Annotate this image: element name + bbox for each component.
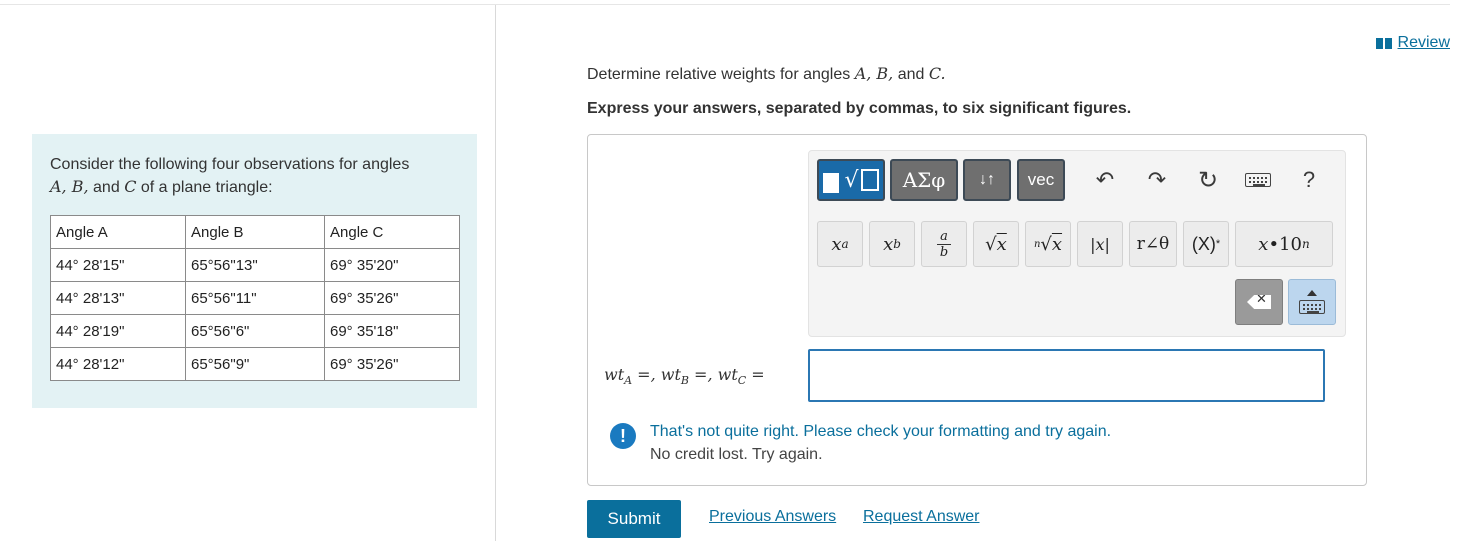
table-cell: 44° 28'13": [50, 281, 186, 315]
table-cell: 69° 35'26": [324, 347, 460, 381]
table-cell: 44° 28'15": [50, 248, 186, 282]
header-angle-b: Angle B: [185, 215, 325, 249]
feedback-message: ! That's not quite right. Please check y…: [610, 421, 1111, 467]
book-icon: [1375, 37, 1392, 49]
table-header-row: Angle A Angle B Angle C: [50, 215, 460, 249]
alert-icon: !: [610, 423, 636, 449]
square-root-key[interactable]: √ x: [973, 221, 1019, 267]
intro-math-c: C: [124, 177, 137, 196]
redo-icon[interactable]: ↷: [1142, 163, 1172, 197]
question-instruction: Express your answers, separated by comma…: [587, 100, 1132, 117]
absolute-value-key[interactable]: | x |: [1077, 221, 1123, 267]
prompt-start: Determine relative weights for angles: [587, 66, 851, 83]
previous-answers-link[interactable]: Previous Answers: [709, 508, 836, 526]
arrows-button[interactable]: ↓↑: [963, 159, 1011, 201]
top-border: [0, 4, 1450, 5]
table-cell: 44° 28'19": [50, 314, 186, 348]
keyboard-toggle-button[interactable]: [1288, 279, 1336, 325]
math-toolbar: √ ΑΣφ ↓↑ vec ↶ ↷ ↻ ? xa xb ab √ x n √ x | x |…: [808, 150, 1346, 337]
undo-icon[interactable]: ↶: [1090, 163, 1120, 197]
keyboard-shortcuts-button[interactable]: [1242, 167, 1274, 193]
request-answer-link[interactable]: Request Answer: [863, 508, 980, 526]
answer-label: wtA =, wtB =, wtC =: [604, 365, 765, 388]
backspace-button[interactable]: ✕: [1235, 279, 1283, 325]
feedback-title: That's not quite right. Please check you…: [650, 423, 1112, 440]
radical-icon: √: [844, 167, 859, 193]
caret-up-icon: [1307, 290, 1317, 296]
answer-input[interactable]: [808, 349, 1325, 402]
panel-divider: [495, 5, 496, 541]
table-row: 44° 28'12" 65°56"9" 69° 35'26": [50, 347, 460, 381]
header-angle-c: Angle C: [324, 215, 460, 249]
polar-key[interactable]: r∠θ: [1129, 221, 1177, 267]
feedback-subtitle: No credit lost. Try again.: [650, 446, 823, 463]
table-cell: 65°56"13": [185, 248, 325, 282]
reset-icon[interactable]: ↻: [1193, 163, 1223, 197]
table-cell: 65°56"11": [185, 281, 325, 315]
intro-math-ab: A, B,: [50, 177, 89, 196]
table-cell: 65°56"9": [185, 347, 325, 381]
intro-text: Consider the following four observations…: [50, 156, 410, 173]
nth-root-key[interactable]: n √ x: [1025, 221, 1071, 267]
observations-table: Angle A Angle B Angle C 44° 28'15" 65°56…: [50, 215, 460, 381]
prompt-math-c: C.: [928, 64, 946, 83]
answer-area: √ ΑΣφ ↓↑ vec ↶ ↷ ↻ ? xa xb ab √ x n √ x | x |…: [587, 134, 1367, 486]
subscript-key[interactable]: xb: [869, 221, 915, 267]
template-box-icon: [860, 169, 879, 191]
intro-and: and: [93, 179, 120, 196]
table-cell: 65°56"6": [185, 314, 325, 348]
table-cell: 69° 35'20": [324, 248, 460, 282]
scientific-notation-key[interactable]: x •10 n: [1235, 221, 1333, 267]
template-square-icon: [823, 173, 840, 193]
prompt-and: and: [897, 66, 925, 83]
question-prompt: Determine relative weights for angles A,…: [587, 64, 946, 84]
problem-context-panel: Consider the following four observations…: [32, 134, 477, 408]
keyboard-icon: [1245, 173, 1271, 187]
superscript-key[interactable]: xa: [817, 221, 863, 267]
prompt-math-ab: A, B,: [854, 64, 894, 83]
review-link[interactable]: Review: [1375, 34, 1450, 52]
conjugate-key[interactable]: (X) *: [1183, 221, 1229, 267]
backspace-icon: ✕: [1247, 295, 1271, 309]
review-label: Review: [1397, 34, 1450, 51]
table-row: 44° 28'15" 65°56"13" 69° 35'20": [50, 248, 460, 282]
greek-symbols-button[interactable]: ΑΣφ: [890, 159, 958, 201]
help-button[interactable]: ?: [1294, 163, 1324, 197]
problem-intro: Consider the following four observations…: [50, 154, 470, 199]
vector-button[interactable]: vec: [1017, 159, 1065, 201]
table-cell: 69° 35'26": [324, 281, 460, 315]
keyboard-icon: [1299, 300, 1325, 314]
submit-button[interactable]: Submit: [587, 500, 681, 538]
templates-button[interactable]: √: [817, 159, 885, 201]
table-cell: 69° 35'18": [324, 314, 460, 348]
fraction-key[interactable]: ab: [921, 221, 967, 267]
intro-tail: of a plane triangle:: [140, 179, 273, 196]
table-row: 44° 28'13" 65°56"11" 69° 35'26": [50, 281, 460, 315]
table-row: 44° 28'19" 65°56"6" 69° 35'18": [50, 314, 460, 348]
table-cell: 44° 28'12": [50, 347, 186, 381]
header-angle-a: Angle A: [50, 215, 186, 249]
